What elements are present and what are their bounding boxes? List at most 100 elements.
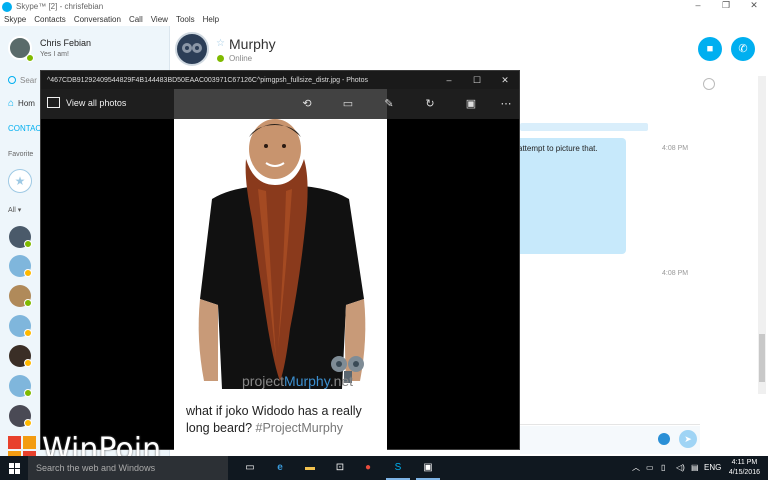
- show-hidden-icons[interactable]: ︿: [632, 456, 640, 480]
- chrome-icon[interactable]: ●: [360, 460, 376, 476]
- skype-icon[interactable]: S: [390, 460, 406, 476]
- skype-window-title: Skype™ [2] - chrisfebian: [16, 2, 104, 11]
- voice-call-button[interactable]: ✆: [731, 37, 755, 61]
- battery-icon[interactable]: ▭: [646, 456, 654, 480]
- home-icon: ⌂: [8, 98, 15, 109]
- start-button[interactable]: [0, 456, 28, 480]
- presence-status-icon: [24, 419, 32, 427]
- photos-window-title: ^467CDB91292409544829F4B144483BD50EAAC00…: [47, 76, 369, 84]
- search-input[interactable]: Sear: [20, 76, 37, 85]
- caption-hashtag: #ProjectMurphy: [255, 421, 344, 435]
- edit-icon[interactable]: ✎: [381, 96, 397, 112]
- maximize-button[interactable]: ❐: [712, 0, 740, 11]
- file-explorer-icon[interactable]: ▬: [302, 460, 318, 476]
- photos-window-controls: – ☐ ✕: [435, 71, 519, 89]
- presence-status-icon: [24, 329, 32, 337]
- menu-view[interactable]: View: [151, 15, 168, 24]
- globe-icon[interactable]: [703, 78, 715, 90]
- home-button[interactable]: ⌂ Hom: [8, 98, 35, 109]
- presence-status-icon: [24, 240, 32, 248]
- conversation-header: ☆ Murphy Online ■ ✆: [171, 26, 768, 70]
- menu-conversation[interactable]: Conversation: [74, 15, 121, 24]
- favorite-toggle-icon[interactable]: ☆: [216, 38, 225, 49]
- bearded-man-photo: [198, 119, 366, 389]
- message-input[interactable]: [520, 426, 700, 454]
- photos-close-button[interactable]: ✕: [491, 71, 519, 89]
- profile-mood[interactable]: Yes I am!: [40, 51, 69, 58]
- all-label: All: [8, 207, 16, 214]
- rotate-icon[interactable]: ↻: [422, 96, 438, 112]
- all-contacts-filter[interactable]: All ▾: [8, 206, 21, 214]
- presence-status-icon: [24, 269, 32, 277]
- divider: [520, 424, 700, 425]
- watermark-brand: Murphy: [284, 373, 330, 389]
- language-indicator[interactable]: ENG: [704, 456, 721, 480]
- view-all-photos-button[interactable]: View all photos: [47, 97, 126, 108]
- emoticon-button[interactable]: [658, 433, 670, 445]
- clock-time: 4:11 PM: [731, 459, 758, 466]
- message-bubble[interactable]: attempt to picture that.: [512, 138, 626, 254]
- send-button[interactable]: ➤: [679, 430, 697, 448]
- favorites-heading: Favorite: [8, 151, 34, 158]
- contact-avatar[interactable]: [175, 32, 209, 66]
- presence-status-icon: [24, 389, 32, 397]
- video-camera-icon: ■: [706, 43, 714, 55]
- share-icon[interactable]: ⟲: [299, 96, 315, 112]
- edge-icon[interactable]: e: [272, 460, 288, 476]
- photos-icon[interactable]: ▣: [420, 460, 436, 476]
- presence-status-icon: [24, 299, 32, 307]
- slideshow-icon[interactable]: ▭: [340, 96, 356, 112]
- action-center-icon[interactable]: ▤: [691, 456, 699, 480]
- skype-window-controls: – ❐ ✕: [684, 0, 768, 11]
- favorite-star-icon[interactable]: ★: [8, 169, 32, 193]
- phone-icon: ✆: [738, 43, 748, 55]
- view-all-label: View all photos: [66, 97, 127, 108]
- minimize-button[interactable]: –: [684, 0, 712, 11]
- online-status-icon: [217, 55, 224, 62]
- windows-logo-icon: [8, 462, 20, 474]
- store-icon[interactable]: ⊡: [332, 460, 348, 476]
- photo-caption: what if joko Widodo has a really long be…: [186, 403, 382, 437]
- video-call-button[interactable]: ■: [698, 37, 722, 61]
- task-view-icon[interactable]: ▭: [242, 460, 258, 476]
- picture-icon: [47, 97, 60, 108]
- close-button[interactable]: ✕: [740, 0, 768, 11]
- watermark-prefix: project: [242, 373, 285, 389]
- murphy-robot-icon: [182, 43, 202, 53]
- clock-date: 4/15/2016: [728, 469, 760, 476]
- watermark-text: projectMurphy.net: [242, 373, 353, 389]
- message-timestamp: 4:08 PM: [662, 145, 689, 152]
- home-label: Hom: [18, 99, 35, 108]
- message-text: attempt to picture that.: [518, 144, 598, 153]
- scrollbar-thumb[interactable]: [759, 334, 765, 382]
- tab-contacts[interactable]: CONTAC: [8, 124, 41, 133]
- skype-title-bar: Skype™ [2] - chrisfebian – ❐ ✕: [0, 0, 768, 13]
- send-arrow-icon: ➤: [684, 434, 692, 444]
- menu-skype[interactable]: Skype: [4, 15, 26, 24]
- presence-online-icon: [26, 54, 34, 62]
- skype-logo-icon: [2, 1, 12, 12]
- menu-help[interactable]: Help: [203, 15, 219, 24]
- search-icon: [8, 76, 16, 84]
- menu-contacts[interactable]: Contacts: [34, 15, 66, 24]
- photo-viewer-image[interactable]: projectMurphy.net what if joko Widodo ha…: [174, 119, 387, 450]
- profile-card[interactable]: Chris Febian Yes I am!: [0, 34, 170, 68]
- taskbar-clock[interactable]: 4:11 PM 4/15/2016: [729, 458, 760, 478]
- taskbar-search[interactable]: Search the web and Windows: [28, 456, 228, 480]
- message-timestamp: 4:08 PM: [662, 270, 689, 277]
- network-icon[interactable]: ▯: [661, 456, 665, 480]
- photos-minimize-button[interactable]: –: [435, 71, 463, 89]
- message-bubble-previous: [520, 123, 648, 131]
- chat-scrollbar[interactable]: [758, 76, 766, 394]
- skype-menu-bar: Skype Contacts Conversation Call View To…: [0, 13, 768, 26]
- photos-window: ^467CDB91292409544829F4B144483BD50EAAC00…: [40, 70, 520, 450]
- photos-maximize-button[interactable]: ☐: [463, 71, 491, 89]
- watermark-suffix: .net: [329, 373, 354, 389]
- volume-icon[interactable]: ◁): [676, 456, 685, 480]
- menu-tools[interactable]: Tools: [176, 15, 195, 24]
- conversation-name[interactable]: Murphy: [229, 36, 276, 52]
- menu-call[interactable]: Call: [129, 15, 143, 24]
- profile-name: Chris Febian: [40, 38, 92, 48]
- save-icon[interactable]: ▣: [463, 96, 479, 112]
- more-icon[interactable]: ⋯: [498, 96, 514, 112]
